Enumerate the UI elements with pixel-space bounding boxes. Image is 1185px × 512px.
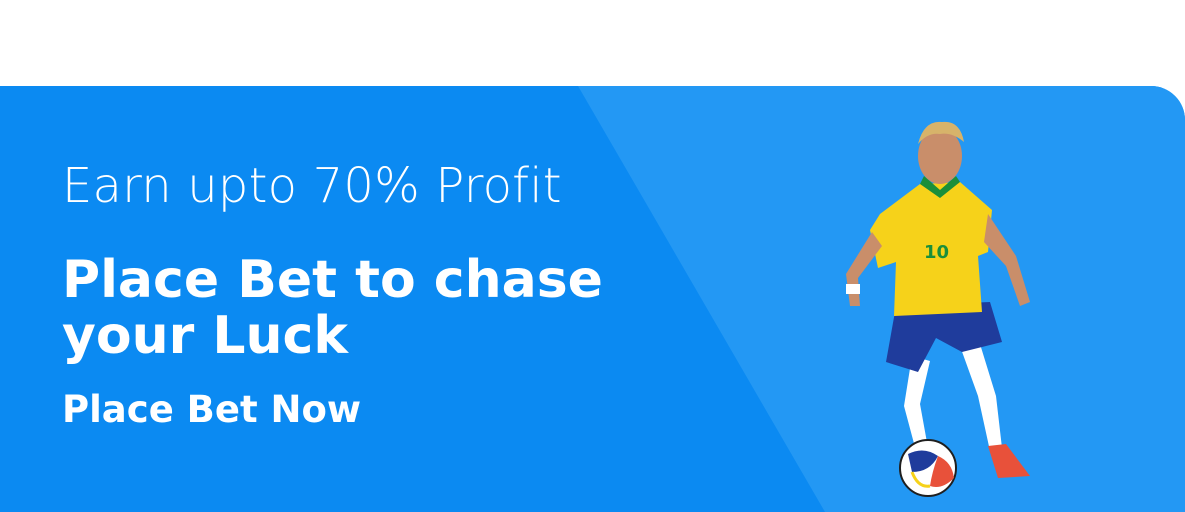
promo-banner: Earn upto 70% Profit Place Bet to chase … xyxy=(0,86,1185,512)
promo-tagline: Place Bet to chase your Luck xyxy=(62,250,603,366)
place-bet-now-button[interactable]: Place Bet Now xyxy=(62,388,361,431)
jersey-number: 10 xyxy=(924,242,949,263)
player-wristband xyxy=(846,284,860,294)
football-player-illustration: 10 xyxy=(846,121,1030,497)
soccer-ball-icon xyxy=(899,439,957,497)
player-arm-right xyxy=(984,214,1030,306)
profit-headline: Earn upto 70% Profit xyxy=(62,158,562,214)
player-boot-front xyxy=(988,444,1030,478)
player-arm-left xyxy=(846,232,882,306)
player-leg-front xyxy=(960,344,1002,451)
top-whitespace xyxy=(0,0,1185,86)
